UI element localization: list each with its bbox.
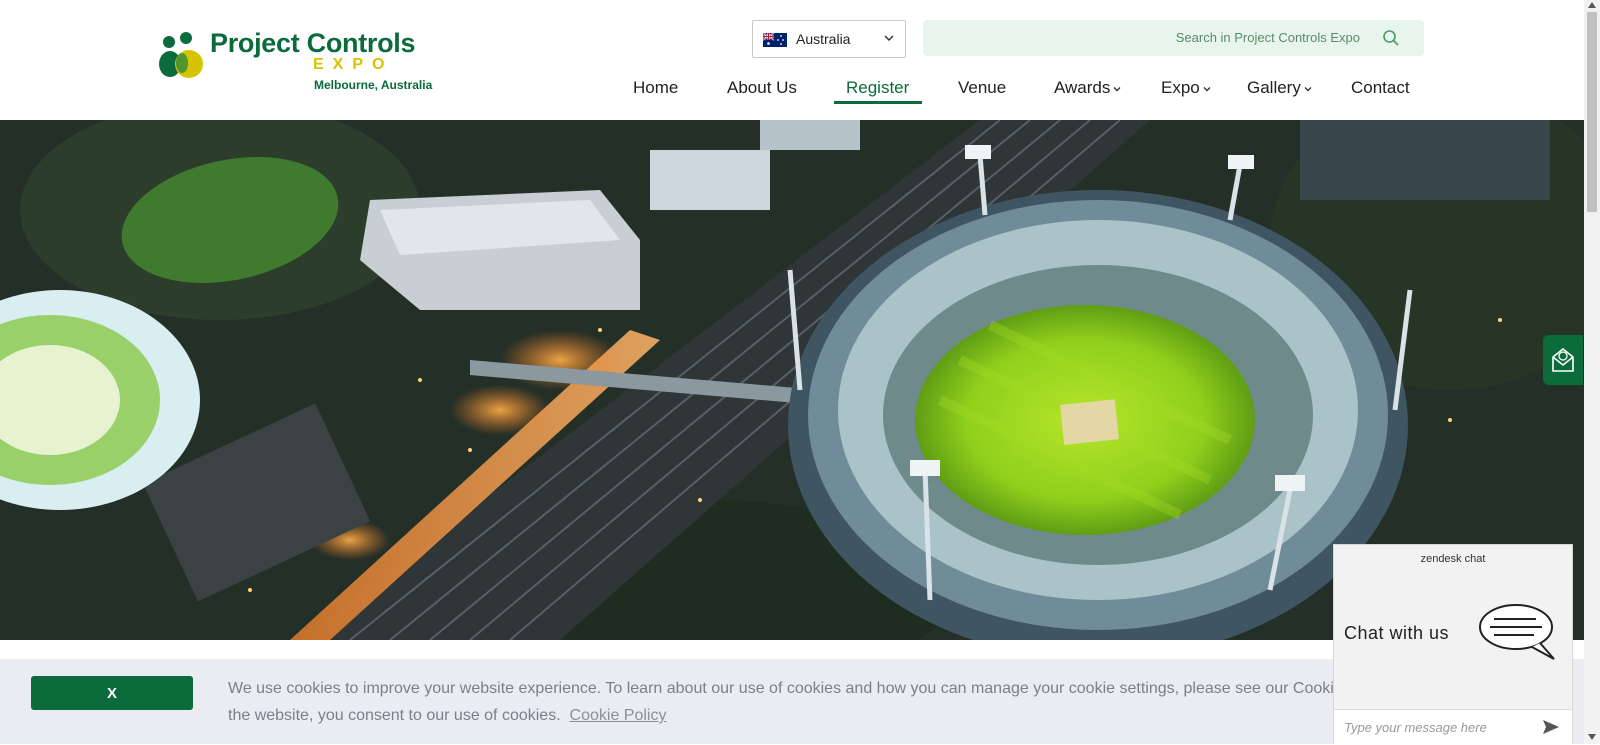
nav-item-gallery[interactable]: Gallery xyxy=(1247,78,1313,98)
chat-brand: zendesk chat xyxy=(1420,553,1486,565)
page-scrollbar[interactable] xyxy=(1584,0,1600,744)
chevron-down-icon xyxy=(1304,86,1312,92)
nav-item-home[interactable]: Home xyxy=(633,78,678,98)
country-select-value: Australia xyxy=(796,31,851,47)
nav-active-underline xyxy=(834,101,922,104)
chat-widget[interactable]: zendesk chat Chat with us Type your mess… xyxy=(1333,544,1573,745)
cookie-close-button[interactable]: X xyxy=(31,676,193,710)
chevron-down-icon xyxy=(1113,86,1121,92)
scroll-down-arrow-icon[interactable] xyxy=(1588,734,1596,740)
search-bar[interactable]: Search in Project Controls Expo xyxy=(923,20,1424,56)
chat-message-input[interactable]: Type your message here xyxy=(1334,709,1572,745)
australia-flag-icon xyxy=(763,33,787,47)
chevron-down-icon xyxy=(884,35,894,42)
scroll-up-arrow-icon[interactable] xyxy=(1588,2,1596,8)
scrollbar-thumb[interactable] xyxy=(1587,12,1597,212)
newsletter-side-tab[interactable] xyxy=(1543,335,1583,385)
nav-item-venue[interactable]: Venue xyxy=(958,78,1006,98)
nav-item-expo[interactable]: Expo xyxy=(1161,78,1212,98)
email-icon xyxy=(1552,347,1574,372)
chevron-down-icon xyxy=(1203,86,1211,92)
chat-label[interactable]: Chat with us xyxy=(1344,623,1449,644)
logo-title: Project Controls xyxy=(210,28,416,58)
cookie-policy-link[interactable]: Cookie Policy xyxy=(570,707,667,724)
site-header: Project Controls EXPO Melbourne, Austral… xyxy=(0,0,1584,120)
cookie-message: We use cookies to improve your website e… xyxy=(228,675,1338,729)
cookie-message-line1: We use cookies to improve your website e… xyxy=(228,680,1334,697)
cookie-message-line2: the website, you consent to our use of c… xyxy=(228,707,667,724)
main-nav: Home About Us Register Venue Awards Expo… xyxy=(0,72,1584,106)
chat-bubble-icon xyxy=(1479,604,1555,660)
search-input[interactable]: Search in Project Controls Expo xyxy=(1176,30,1360,45)
nav-item-awards[interactable]: Awards xyxy=(1054,78,1122,98)
country-select[interactable]: Australia xyxy=(752,20,906,58)
nav-item-contact[interactable]: Contact xyxy=(1351,78,1410,98)
nav-item-register[interactable]: Register xyxy=(846,78,909,98)
send-icon[interactable] xyxy=(1542,719,1560,735)
nav-item-about-us[interactable]: About Us xyxy=(727,78,797,98)
chat-input-placeholder: Type your message here xyxy=(1344,720,1487,735)
search-icon[interactable] xyxy=(1382,29,1400,47)
